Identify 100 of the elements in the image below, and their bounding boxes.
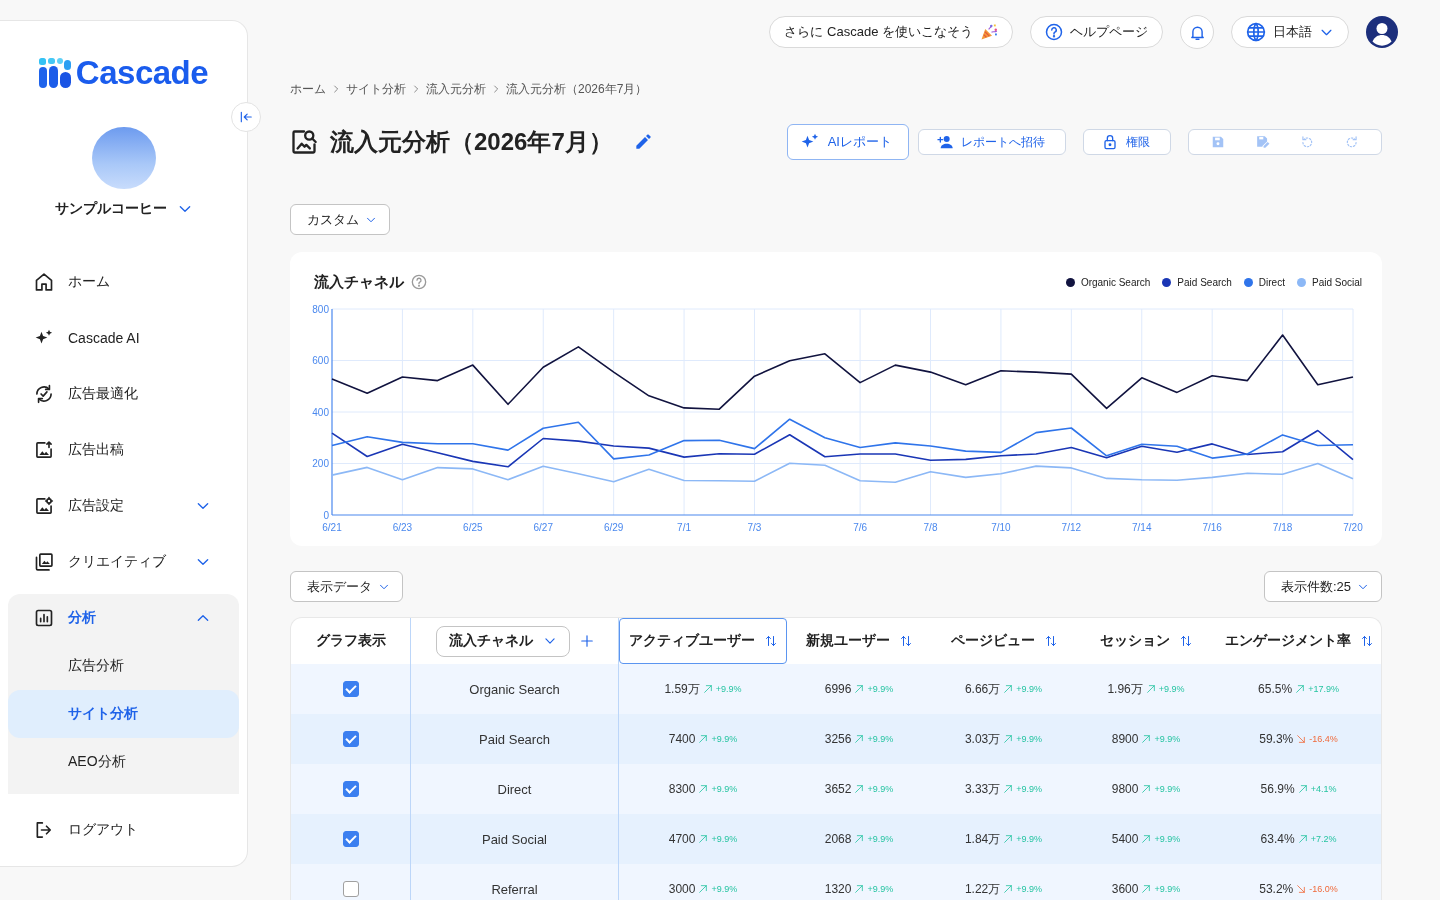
metric-value: 1320 <box>824 882 852 896</box>
axis-tick-label: 7/10 <box>991 522 1011 533</box>
axis-tick-label: 800 <box>312 303 329 315</box>
bell-icon <box>1188 23 1206 41</box>
legend-label: Paid Social <box>1311 276 1362 288</box>
change-value: +9.9% <box>711 884 738 894</box>
metric-value: 3.03万 <box>964 730 1001 748</box>
axis-tick-label: 400 <box>312 406 329 418</box>
add-column-button[interactable] <box>579 634 594 648</box>
metric-value: 1.84万 <box>964 830 1001 848</box>
metric-value: 3256 <box>824 732 852 746</box>
breadcrumb-link[interactable]: サイト分析 <box>346 80 406 98</box>
nav-subitem[interactable]: AEO分析 <box>8 738 239 786</box>
change-value: +17.9% <box>1308 684 1339 694</box>
column-header[interactable]: ページビュー <box>931 618 1076 664</box>
metric-value: 4700 <box>668 832 696 846</box>
channel-dropdown[interactable]: 流入チャネル <box>435 625 570 657</box>
column-header[interactable]: セッション <box>1076 618 1216 664</box>
edit-icon[interactable] <box>634 134 651 150</box>
language-select[interactable]: 日本語 <box>1231 16 1349 48</box>
axis-tick-label: 7/14 <box>1132 522 1152 533</box>
axis-tick-label: 6/29 <box>603 522 624 533</box>
nav-item[interactable]: Cascade AI <box>8 314 239 362</box>
metric-value: 9800 <box>1111 782 1139 796</box>
column-header[interactable]: 新規ユーザー <box>787 618 931 664</box>
change-value: +9.9% <box>867 884 894 894</box>
metric-value: 59.3% <box>1259 732 1294 746</box>
metric-value: 63.4% <box>1260 832 1295 846</box>
column-header[interactable]: アクティブユーザー <box>619 618 787 664</box>
globe-icon <box>1246 22 1266 42</box>
notification-button[interactable] <box>1180 15 1214 49</box>
permissions-button[interactable]: 権限 <box>1083 129 1171 155</box>
axis-tick-label: 7/3 <box>747 522 762 533</box>
metric-value: 5400 <box>1111 832 1139 846</box>
change-value: +9.9% <box>867 684 894 694</box>
metric-value: 1.22万 <box>964 880 1001 898</box>
ai-report-button[interactable]: AIレポート <box>786 124 909 160</box>
nav-item[interactable]: ホーム <box>8 258 239 306</box>
channel-name: Referral <box>491 881 538 897</box>
change-value: +9.9% <box>1016 834 1043 844</box>
change-value: +7.2% <box>1310 834 1337 844</box>
nav-item[interactable]: クリエイティブ <box>8 538 239 586</box>
logo-text: Cascade <box>75 58 209 88</box>
promo-button[interactable]: さらに Cascade を使いこなそう <box>769 16 1013 48</box>
axis-tick-label: 6/25 <box>463 522 483 533</box>
metric-value: 2068 <box>824 832 852 846</box>
nav-item[interactable]: 広告設定 <box>8 482 239 530</box>
channel-name: Paid Search <box>479 731 550 747</box>
nav-item[interactable]: 分析 <box>8 594 239 642</box>
axis-tick-label: 7/8 <box>923 522 938 533</box>
metric-value: 6.66万 <box>964 680 1001 698</box>
change-value: +9.9% <box>1154 784 1181 794</box>
checkbox[interactable] <box>342 881 359 897</box>
checkbox[interactable] <box>342 681 359 697</box>
checkbox[interactable] <box>342 731 359 747</box>
nav-item[interactable]: 広告出稿 <box>8 426 239 474</box>
metric-value: 1.96万 <box>1107 680 1143 698</box>
account-switcher[interactable]: サンプルコーヒー <box>54 199 193 219</box>
invite-button[interactable]: レポートへ招待 <box>918 129 1066 155</box>
logout-item[interactable]: ログアウト <box>8 806 239 854</box>
breadcrumb-link[interactable]: ホーム <box>290 80 326 98</box>
change-value: +9.9% <box>1016 734 1043 744</box>
user-avatar-icon[interactable] <box>1366 16 1398 48</box>
change-value: +9.9% <box>1154 884 1181 894</box>
logout-icon <box>34 820 54 840</box>
checkbox[interactable] <box>342 831 359 847</box>
axis-tick-label: 7/6 <box>853 522 868 533</box>
sort-icon <box>1180 635 1192 647</box>
change-value: -16.4% <box>1309 734 1338 744</box>
change-value: +9.9% <box>711 784 738 794</box>
column-header[interactable]: エンゲージメント率 <box>1216 618 1381 664</box>
channel-name: Direct <box>497 781 532 797</box>
axis-tick-label: 200 <box>312 458 329 469</box>
images-icon <box>34 552 54 572</box>
change-value: +9.9% <box>1154 834 1181 844</box>
change-value: +9.9% <box>711 834 738 844</box>
help-icon[interactable] <box>411 274 427 290</box>
metric-value: 8300 <box>668 782 696 796</box>
axis-tick-label: 6/23 <box>392 522 413 533</box>
page-size-dropdown[interactable]: 表示件数:25 <box>1263 571 1382 602</box>
display-data-dropdown[interactable]: 表示データ <box>290 571 403 602</box>
period-dropdown[interactable]: カスタム <box>290 204 390 235</box>
metric-value: 3.33万 <box>964 780 1001 798</box>
change-value: +9.9% <box>1016 684 1043 694</box>
chart-title: 流入チャネル <box>314 272 404 292</box>
axis-tick-label: 6/21 <box>322 522 342 533</box>
save-icon <box>1211 135 1225 149</box>
image-gear-icon <box>34 496 54 516</box>
change-value: +9.9% <box>1158 684 1185 694</box>
axis-tick-label: 7/18 <box>1272 522 1293 533</box>
help-button[interactable]: ヘルプページ <box>1030 16 1163 48</box>
metric-value: 8900 <box>1111 732 1139 746</box>
checkbox[interactable] <box>342 781 359 797</box>
change-value: +4.1% <box>1310 784 1337 794</box>
nav-subitem[interactable]: サイト分析 <box>8 690 239 738</box>
nav-subitem[interactable]: 広告分析 <box>8 642 239 690</box>
breadcrumb-link[interactable]: 流入元分析 <box>426 80 486 98</box>
axis-tick-label: 0 <box>323 509 329 521</box>
page-title: 流入元分析（2026年7月） <box>330 127 613 157</box>
nav-item[interactable]: 広告最適化 <box>8 370 239 418</box>
